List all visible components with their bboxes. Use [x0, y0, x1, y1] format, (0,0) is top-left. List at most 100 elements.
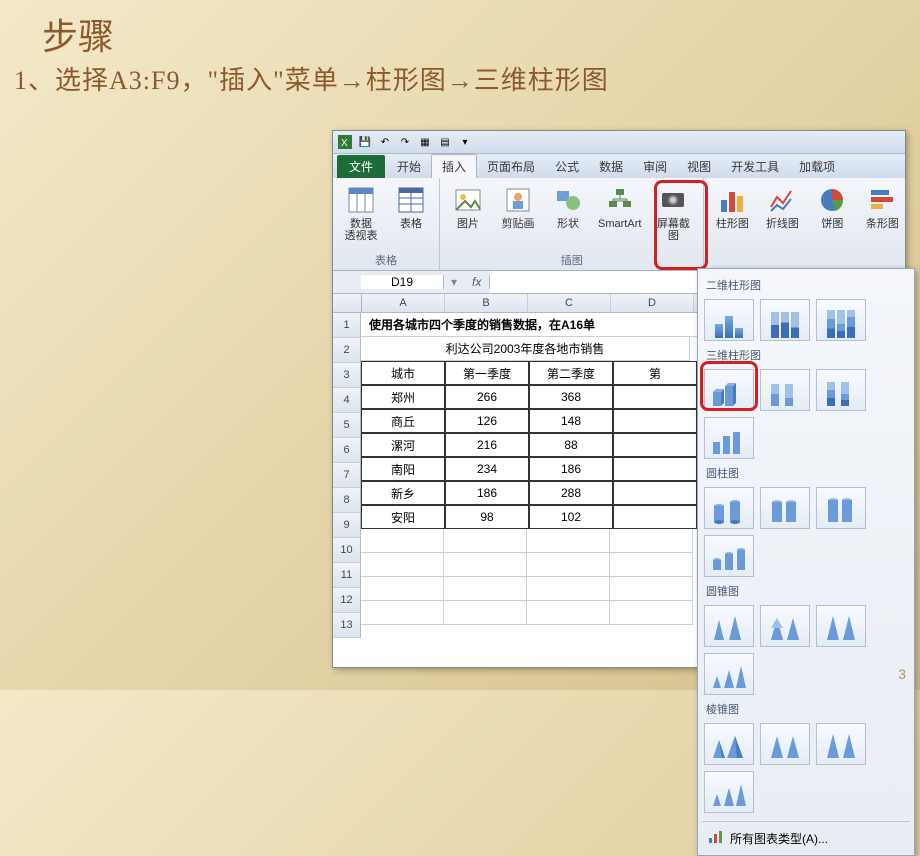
cell[interactable]: [610, 577, 693, 601]
cell[interactable]: [444, 529, 527, 553]
chart-option-cyl-1[interactable]: [704, 487, 754, 529]
chart-option-cyl-4[interactable]: [704, 535, 754, 577]
all-chart-types-button[interactable]: 所有图表类型(A)...: [702, 826, 910, 851]
tab-addins[interactable]: 加载项: [789, 155, 845, 178]
select-all-corner[interactable]: [333, 294, 362, 312]
tab-review[interactable]: 审阅: [633, 155, 677, 178]
cell[interactable]: 第二季度: [529, 361, 613, 385]
cell[interactable]: 266: [445, 385, 529, 409]
chart-option-2d-clustered[interactable]: [704, 299, 754, 341]
bar-chart-button[interactable]: 条形图: [860, 182, 904, 232]
row-header[interactable]: 6: [333, 438, 361, 463]
cell[interactable]: [613, 505, 697, 529]
chart-option-cyl-3[interactable]: [816, 487, 866, 529]
cell[interactable]: 利达公司2003年度各地市销售: [361, 337, 690, 361]
cell[interactable]: [613, 457, 697, 481]
tab-formulas[interactable]: 公式: [545, 155, 589, 178]
chart-option-pyr-4[interactable]: [704, 771, 754, 813]
cell[interactable]: [361, 601, 444, 625]
smartart-button[interactable]: SmartArt: [596, 182, 643, 232]
chart-option-pyr-3[interactable]: [816, 723, 866, 765]
picture-button[interactable]: 图片: [446, 182, 490, 232]
chart-option-pyr-1[interactable]: [704, 723, 754, 765]
cell[interactable]: 368: [529, 385, 613, 409]
row-header[interactable]: 3: [333, 363, 361, 388]
cell[interactable]: [610, 601, 693, 625]
cell[interactable]: 郑州: [361, 385, 445, 409]
row-header[interactable]: 9: [333, 513, 361, 538]
qat-btn[interactable]: ▤: [437, 134, 453, 150]
line-chart-button[interactable]: 折线图: [760, 182, 804, 232]
cell[interactable]: 新乡: [361, 481, 445, 505]
cell[interactable]: 安阳: [361, 505, 445, 529]
row-header[interactable]: 4: [333, 388, 361, 413]
cell[interactable]: 商丘: [361, 409, 445, 433]
cell[interactable]: [527, 529, 610, 553]
cell[interactable]: [361, 553, 444, 577]
chart-option-cyl-2[interactable]: [760, 487, 810, 529]
table-button[interactable]: 表格: [389, 182, 433, 232]
chart-option-cone-4[interactable]: [704, 653, 754, 695]
col-C[interactable]: C: [528, 294, 611, 312]
cell[interactable]: 南阳: [361, 457, 445, 481]
row-header[interactable]: 10: [333, 538, 361, 563]
undo-icon[interactable]: ↶: [377, 134, 393, 150]
tab-data[interactable]: 数据: [589, 155, 633, 178]
cell[interactable]: [527, 553, 610, 577]
cell[interactable]: [613, 409, 697, 433]
cell[interactable]: 216: [445, 433, 529, 457]
row-header[interactable]: 5: [333, 413, 361, 438]
cell[interactable]: [613, 385, 697, 409]
fx-label[interactable]: fx: [464, 275, 490, 289]
chart-option-cone-2[interactable]: [760, 605, 810, 647]
pivot-table-button[interactable]: 数据 透视表: [339, 182, 383, 244]
clipart-button[interactable]: 剪贴画: [496, 182, 540, 232]
cell[interactable]: 漯河: [361, 433, 445, 457]
cell[interactable]: [613, 481, 697, 505]
cell[interactable]: [361, 577, 444, 601]
cell[interactable]: 城市: [361, 361, 445, 385]
cell[interactable]: 88: [529, 433, 613, 457]
cell[interactable]: 使用各城市四个季度的销售数据，在A16单: [361, 313, 698, 337]
file-tab[interactable]: 文件: [337, 155, 385, 178]
namebox-dropdown-icon[interactable]: ▾: [444, 275, 464, 289]
cell[interactable]: 第一季度: [445, 361, 529, 385]
row-header[interactable]: 1: [333, 313, 361, 338]
cell[interactable]: [527, 601, 610, 625]
redo-icon[interactable]: ↷: [397, 134, 413, 150]
tab-insert[interactable]: 插入: [431, 154, 477, 178]
cell[interactable]: [444, 601, 527, 625]
screenshot-button[interactable]: 屏幕截图: [649, 182, 697, 244]
tab-page-layout[interactable]: 页面布局: [477, 155, 545, 178]
cell[interactable]: 186: [445, 481, 529, 505]
cell[interactable]: [361, 529, 444, 553]
row-header[interactable]: 7: [333, 463, 361, 488]
chart-option-3d-clustered[interactable]: [704, 369, 754, 411]
tab-home[interactable]: 开始: [387, 155, 431, 178]
chart-option-2d-stacked[interactable]: [760, 299, 810, 341]
chart-option-3d-100stacked[interactable]: [816, 369, 866, 411]
qat-dropdown-icon[interactable]: ▾: [457, 134, 473, 150]
chart-option-cone-1[interactable]: [704, 605, 754, 647]
shapes-button[interactable]: 形状: [546, 182, 590, 232]
cell[interactable]: 98: [445, 505, 529, 529]
cell[interactable]: 288: [529, 481, 613, 505]
cell[interactable]: [610, 553, 693, 577]
cell[interactable]: 第: [613, 361, 697, 385]
name-box[interactable]: D19: [361, 275, 444, 289]
save-icon[interactable]: 💾: [357, 134, 373, 150]
col-B[interactable]: B: [445, 294, 528, 312]
row-header[interactable]: 12: [333, 588, 361, 613]
chart-option-3d-column[interactable]: [704, 417, 754, 459]
cell[interactable]: [444, 577, 527, 601]
pie-chart-button[interactable]: 饼图: [810, 182, 854, 232]
row-header[interactable]: 2: [333, 338, 361, 363]
row-header[interactable]: 11: [333, 563, 361, 588]
cell[interactable]: 148: [529, 409, 613, 433]
row-header[interactable]: 8: [333, 488, 361, 513]
cell[interactable]: [527, 577, 610, 601]
tab-view[interactable]: 视图: [677, 155, 721, 178]
cell[interactable]: 126: [445, 409, 529, 433]
tab-developer[interactable]: 开发工具: [721, 155, 789, 178]
col-D[interactable]: D: [611, 294, 694, 312]
